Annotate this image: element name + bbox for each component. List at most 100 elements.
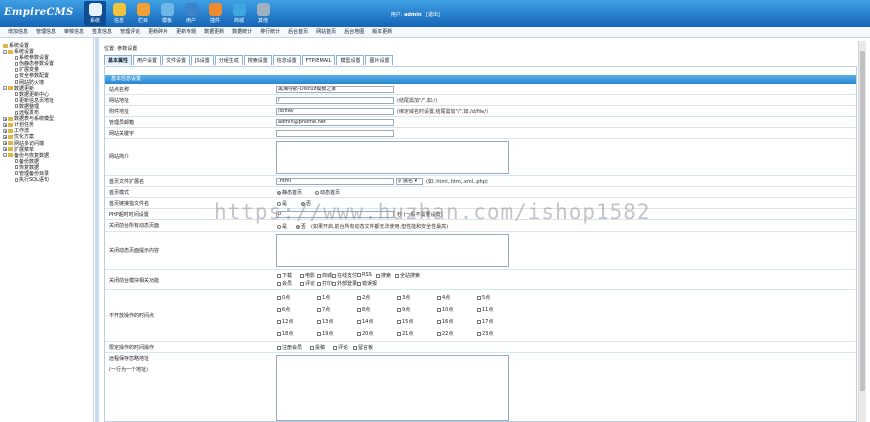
quick-menu-item[interactable]: 网站首页: [316, 27, 336, 38]
expand-icon[interactable]: +: [3, 116, 7, 121]
expand-icon[interactable]: +: [3, 147, 7, 152]
hour-checkbox[interactable]: 17点: [477, 318, 493, 325]
close-mod-checkbox[interactable]: 在线支付: [332, 272, 357, 279]
mode-dynamic-radio[interactable]: 动态首页: [315, 189, 340, 196]
nav-4[interactable]: 用户: [180, 1, 202, 26]
nav-2[interactable]: 栏目: [132, 1, 154, 26]
hour-checkbox[interactable]: 7点: [317, 306, 330, 313]
hour-checkbox[interactable]: 0点: [277, 294, 290, 301]
nav-6[interactable]: 商城: [228, 1, 250, 26]
hour-checkbox[interactable]: 22点: [437, 330, 453, 337]
hour-checkbox[interactable]: 1点: [317, 294, 330, 301]
close-mod-checkbox[interactable]: 搜索: [376, 272, 391, 279]
logout-link[interactable]: [退出]: [426, 12, 440, 18]
hour-checkbox[interactable]: 6点: [277, 306, 290, 313]
close-mod-checkbox[interactable]: 外部登录: [332, 280, 357, 287]
close-mod-checkbox[interactable]: 全站搜索: [395, 272, 420, 279]
hour-checkbox[interactable]: 10点: [437, 306, 453, 313]
hour-checkbox[interactable]: 18点: [277, 330, 293, 337]
limit-checkbox[interactable]: 评论: [333, 344, 348, 351]
expand-icon[interactable]: +: [3, 128, 7, 133]
hour-checkbox[interactable]: 11点: [477, 306, 493, 313]
tab-7[interactable]: FTP/EMAIL: [301, 55, 336, 65]
tab-4[interactable]: 分组生成: [214, 55, 243, 65]
quick-menu-item[interactable]: 更新专题: [176, 27, 196, 38]
close-mod-checkbox[interactable]: 错误报: [357, 280, 377, 287]
quick-menu-item[interactable]: 数据统计: [232, 27, 252, 38]
quick-menu-item[interactable]: 管理信息: [36, 27, 56, 38]
quick-menu-item[interactable]: 版本更新: [372, 27, 392, 38]
link-yes-radio[interactable]: 是: [277, 200, 287, 207]
breadcrumb-current[interactable]: 参数设置: [117, 46, 137, 52]
tab-0[interactable]: 基本属性: [104, 55, 133, 65]
quick-menu-item[interactable]: 后台地图: [344, 27, 364, 38]
mode-static-radio[interactable]: 静态首页: [277, 189, 302, 196]
hour-checkbox[interactable]: 19点: [317, 330, 333, 337]
limit-checkbox[interactable]: 留言板: [353, 344, 373, 351]
close-mod-checkbox[interactable]: 会员: [277, 280, 292, 287]
tab-2[interactable]: 文件设置: [162, 55, 191, 65]
hour-checkbox[interactable]: 9点: [397, 306, 410, 313]
sidebar-splitter[interactable]: [95, 38, 99, 422]
hour-checkbox[interactable]: 16点: [437, 318, 453, 325]
quick-menu-item[interactable]: 审核信息: [64, 27, 84, 38]
hour-checkbox[interactable]: 14点: [357, 318, 373, 325]
quick-menu-item[interactable]: 增加信息: [8, 27, 28, 38]
hour-checkbox[interactable]: 13点: [317, 318, 333, 325]
tab-8[interactable]: 模型设置: [336, 55, 365, 65]
site-url-input[interactable]: /: [276, 97, 394, 104]
nav-3[interactable]: 模板: [156, 1, 178, 26]
intro-textarea[interactable]: [276, 141, 509, 174]
close-mod-checkbox[interactable]: 评论: [300, 280, 315, 287]
attach-input[interactable]: /d/file/: [276, 108, 394, 115]
close-mod-checkbox[interactable]: 打印: [317, 280, 332, 287]
hour-checkbox[interactable]: 20点: [357, 330, 373, 337]
tab-3[interactable]: JS设置: [191, 55, 214, 65]
tab-9[interactable]: 图片设置: [365, 55, 394, 65]
email-input[interactable]: admin@phome.net: [276, 119, 394, 126]
quick-menu-item[interactable]: 管理评论: [120, 27, 140, 38]
expand-icon[interactable]: +: [3, 134, 7, 139]
keywords-input[interactable]: [276, 130, 394, 137]
hour-checkbox[interactable]: 12点: [277, 318, 293, 325]
nav-1[interactable]: 信息: [108, 1, 130, 26]
limit-checkbox[interactable]: 注册会员: [277, 344, 302, 351]
expand-icon[interactable]: +: [3, 141, 7, 146]
close-no-radio[interactable]: 否: [296, 223, 306, 230]
hour-checkbox[interactable]: 5点: [477, 294, 490, 301]
hour-checkbox[interactable]: 23点: [477, 330, 493, 337]
site-name-input[interactable]: 黑海导航-Discuz模板之家: [276, 86, 394, 93]
quick-menu-item[interactable]: 排行统计: [260, 27, 280, 38]
close-mod-checkbox[interactable]: RSS: [357, 272, 372, 278]
php-input[interactable]: 0: [276, 211, 394, 218]
link-no-radio[interactable]: 否: [301, 200, 311, 207]
hour-checkbox[interactable]: 3点: [397, 294, 410, 301]
nav-0[interactable]: 系统: [84, 1, 106, 26]
nav-7[interactable]: 其他: [252, 1, 274, 26]
close-mod-checkbox[interactable]: 电影: [300, 272, 315, 279]
expand-icon[interactable]: +: [3, 122, 7, 127]
collapse-icon[interactable]: -: [3, 49, 7, 54]
hour-checkbox[interactable]: 8点: [357, 306, 370, 313]
tab-1[interactable]: 用户设置: [133, 55, 162, 65]
collapse-icon[interactable]: -: [3, 86, 7, 91]
scrollbar-thumb[interactable]: [860, 51, 865, 391]
collapse-icon[interactable]: -: [3, 153, 7, 158]
quick-menu-item[interactable]: 数据更新: [204, 27, 224, 38]
save-textarea[interactable]: [276, 355, 509, 421]
limit-checkbox[interactable]: 投稿: [310, 344, 325, 351]
close-mod-checkbox[interactable]: 商城: [317, 272, 332, 279]
tab-6[interactable]: 信息设置: [272, 55, 301, 65]
close-yes-radio[interactable]: 是: [277, 223, 287, 230]
close-msg-textarea[interactable]: [276, 234, 509, 267]
hour-checkbox[interactable]: 21点: [397, 330, 413, 337]
hour-checkbox[interactable]: 4点: [437, 294, 450, 301]
hour-checkbox[interactable]: 2点: [357, 294, 370, 301]
nav-5[interactable]: 插件: [204, 1, 226, 26]
tab-5[interactable]: 搜索设置: [243, 55, 272, 65]
hour-checkbox[interactable]: 15点: [397, 318, 413, 325]
close-mod-checkbox[interactable]: 下载: [277, 272, 292, 279]
quick-menu-item[interactable]: 更新碎片: [148, 27, 168, 38]
tree-item[interactable]: 执行SQL语句: [3, 177, 93, 183]
scrollbar[interactable]: [858, 41, 866, 422]
